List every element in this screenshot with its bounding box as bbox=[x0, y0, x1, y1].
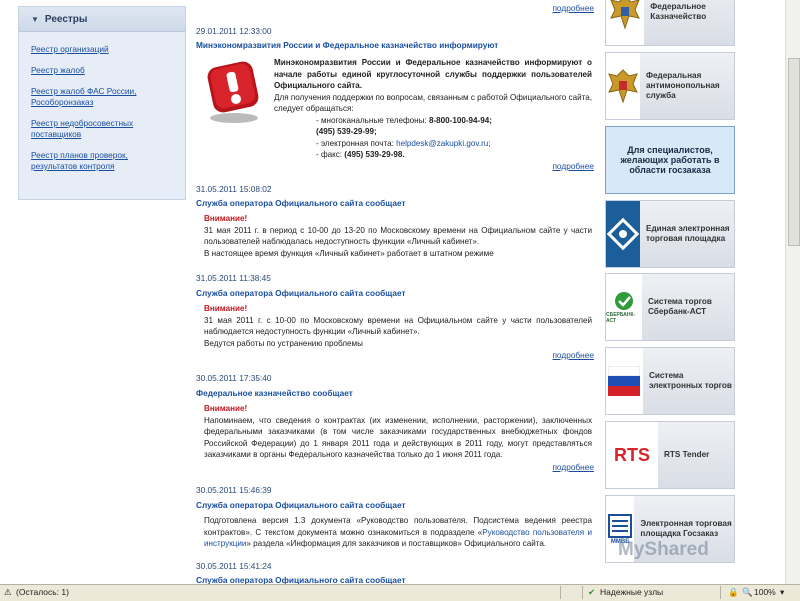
banner-label: Федеральная антимонопольная служба bbox=[646, 71, 720, 100]
checkmark-icon: ✔ bbox=[588, 587, 596, 597]
alert-exclamation-icon bbox=[207, 61, 259, 123]
registries-header[interactable]: ▼ Реестры bbox=[19, 7, 185, 32]
etp-logo-icon bbox=[606, 201, 640, 267]
more-link[interactable]: подробнее bbox=[552, 161, 594, 171]
russian-flag-icon bbox=[606, 348, 643, 414]
news-text: Для получения поддержки по вопросам, свя… bbox=[274, 92, 592, 114]
contact-phone-2: (495) 539-29-99; bbox=[316, 127, 377, 136]
status-bar: ⚠ (Осталось: 1) ✔ Надежные узлы 🔒 🔍 100%… bbox=[0, 584, 800, 601]
banner-label: Единая электронная торговая площадка bbox=[646, 224, 730, 243]
banner-label: Федеральное Казначейство bbox=[650, 2, 707, 21]
contact-phone: - многоканальные телефоны: 8-800-100-94-… bbox=[316, 115, 492, 125]
news-headline[interactable]: Служба оператора Официального сайта сооб… bbox=[196, 198, 406, 208]
banner-label: Система электронных торгов bbox=[648, 371, 732, 390]
news-body: Подготовлена версия 1.3 документа «Руков… bbox=[204, 516, 592, 548]
rts-logo-text: RTS bbox=[614, 444, 650, 465]
banner-treasury[interactable]: Федеральное Казначейство bbox=[605, 0, 735, 46]
eagle-emblem-icon bbox=[606, 0, 645, 45]
registry-link-fas-complaints[interactable]: Реестр жалоб ФАС России, Рособоронзаказ bbox=[31, 86, 173, 108]
more-link[interactable]: подробнее bbox=[552, 350, 594, 360]
news-body: Минэкономразвития России и Федеральное к… bbox=[274, 57, 592, 161]
banner-fas[interactable]: Федеральная антимонопольная служба bbox=[605, 52, 735, 120]
contact-fax: - факс: (495) 539-29-98. bbox=[316, 150, 405, 159]
registry-link-organizations[interactable]: Реестр организаций bbox=[31, 44, 173, 55]
watermark: MyShared bbox=[618, 539, 709, 560]
banner-electronic-trading[interactable]: Система электронных торгов bbox=[605, 347, 735, 415]
rts-logo: RTS bbox=[606, 422, 658, 488]
news-headline[interactable]: Служба оператора Официального сайта сооб… bbox=[196, 288, 406, 298]
news-intro: Минэкономразвития России и Федеральное к… bbox=[274, 58, 592, 90]
news-body: Внимание! 31 мая 2011 г. в период с 10-0… bbox=[204, 214, 592, 258]
banner-label: Система торгов Сбербанк-АСТ bbox=[647, 297, 712, 316]
status-text: (Осталось: 1) bbox=[16, 587, 69, 597]
banner-etp[interactable]: Единая электронная торговая площадка bbox=[605, 200, 735, 268]
email-link[interactable]: helpdesk@zakupki.gov.ru bbox=[396, 139, 488, 148]
magnifier-icon[interactable]: 🔍 bbox=[742, 587, 753, 598]
zoom-level[interactable]: 100% bbox=[754, 587, 776, 597]
banner-rts-tender[interactable]: RTS RTS Tender bbox=[605, 421, 735, 489]
registry-link-inspection-plans[interactable]: Реестр планов проверок, результатов конт… bbox=[31, 150, 173, 172]
eagle-emblem-icon bbox=[606, 53, 640, 119]
news-date: 30.05.2011 17:35:40 bbox=[196, 373, 272, 383]
registries-list: Реестр организаций Реестр жалоб Реестр ж… bbox=[19, 32, 185, 172]
news-date: 29.01.2011 12:33:00 bbox=[196, 26, 272, 36]
zone-text: Надежные узлы bbox=[600, 587, 664, 597]
sberbank-ast-logo: СБЕРБАНК-АСТ bbox=[606, 274, 642, 340]
registry-link-complaints[interactable]: Реестр жалоб bbox=[31, 65, 173, 76]
banner-specialists[interactable]: Для специалистов, желающих работать в об… bbox=[605, 126, 735, 194]
sberbank-logo-text: СБЕРБАНК-АСТ bbox=[606, 312, 636, 324]
warning-label: Внимание! bbox=[204, 214, 248, 223]
news-headline[interactable]: Минэкономразвития России и Федеральное к… bbox=[196, 40, 498, 50]
collapse-arrow-icon[interactable]: ▼ bbox=[31, 15, 39, 24]
registries-title: Реестры bbox=[44, 13, 88, 25]
lock-icon[interactable]: 🔒 bbox=[728, 587, 739, 598]
scrollbar-thumb[interactable] bbox=[788, 58, 800, 246]
zoom-dropdown-icon[interactable]: ▾ bbox=[780, 587, 784, 598]
news-date: 31.05.2011 15:08:02 bbox=[196, 184, 272, 194]
warning-icon: ⚠ bbox=[4, 587, 12, 597]
news-body: Внимание! 31 мая 2011 г. с 10-00 по Моск… bbox=[204, 304, 592, 348]
more-link[interactable]: подробнее bbox=[552, 462, 594, 472]
banner-label: Электронная торговая площадка Госзаказ bbox=[640, 519, 732, 538]
banner-sberbank-ast[interactable]: СБЕРБАНК-АСТ Система торгов Сбербанк-АСТ bbox=[605, 273, 735, 341]
warning-label: Внимание! bbox=[204, 404, 248, 413]
news-feed: подробнее 29.01.2011 12:33:00 Минэкономр… bbox=[196, 0, 594, 585]
registry-link-unfair-suppliers[interactable]: Реестр недобросовестных поставщиков bbox=[31, 118, 173, 140]
news-headline[interactable]: Служба оператора Официального сайта сооб… bbox=[196, 500, 406, 510]
news-date: 30.05.2011 15:41:24 bbox=[196, 561, 272, 571]
news-date: 31.05.2011 11:38:45 bbox=[196, 273, 271, 283]
vertical-scrollbar[interactable] bbox=[785, 0, 800, 584]
more-link[interactable]: подробнее bbox=[552, 3, 594, 13]
banner-label: Для специалистов, желающих работать в об… bbox=[620, 145, 720, 175]
banner-label: RTS Tender bbox=[664, 450, 710, 459]
warning-label: Внимание! bbox=[204, 304, 248, 313]
registries-panel: ▼ Реестры Реестр организаций Реестр жало… bbox=[18, 6, 186, 200]
news-body: Внимание! Напоминаем, что сведения о кон… bbox=[204, 404, 592, 459]
news-date: 30.05.2011 15:46:39 bbox=[196, 485, 272, 495]
contact-email: - электронная почта: helpdesk@zakupki.go… bbox=[316, 138, 491, 148]
news-headline[interactable]: Федеральное казначейство сообщает bbox=[196, 388, 353, 398]
